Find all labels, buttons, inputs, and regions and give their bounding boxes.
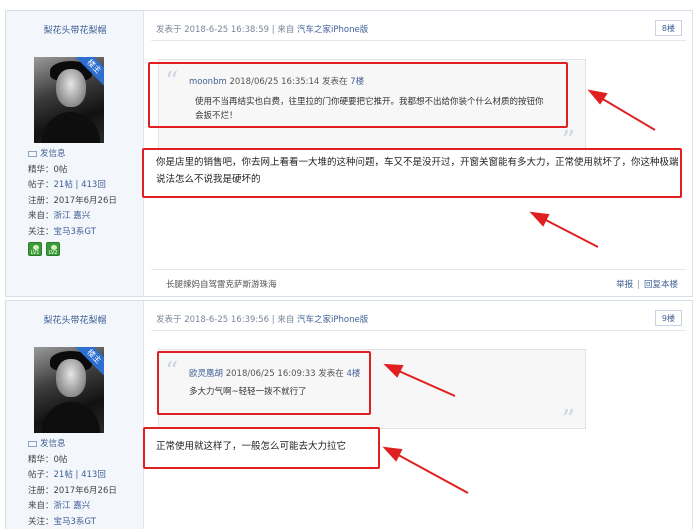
avatar[interactable]: 楼主 [34,57,104,143]
user-info: 发信息 精华：0帖 帖子：21帖 | 413回 注册：2017年6月26日 来自… [28,147,117,261]
level-2-icon[interactable]: LV2 [46,242,60,256]
level-badges: LV1 LV2 [28,242,117,261]
avatar[interactable]: 楼主 [34,347,104,433]
username-link[interactable]: 梨花头带花梨帽 [6,23,144,36]
send-message-link[interactable]: 发信息 [28,437,117,453]
divider [151,40,686,41]
post-source-link[interactable]: 汽车之家iPhone版 [297,315,368,325]
reply-floor-link[interactable]: 回复本楼 [644,280,678,290]
annotation-box-quote-1 [148,62,568,128]
location: 来自：浙江 嘉兴 [28,211,91,221]
user-sidebar: 梨花头带花梨帽 楼主 发信息 精华：0帖 帖子：21帖 | 413回 注册：20… [6,11,144,296]
envelope-icon [28,440,37,447]
envelope-icon [28,150,37,157]
annotation-box-reply-2 [143,427,380,469]
annotation-box-reply-1 [142,148,682,198]
floor-number[interactable]: 9楼 [654,310,682,326]
floor-number[interactable]: 8楼 [654,20,682,36]
followed-car: 关注：宝马3系GT [28,226,96,237]
report-link[interactable]: 举报 [616,280,633,290]
essence-count: 精华：0帖 [28,164,68,175]
post-count: 帖子：21帖 | 413回 [28,180,106,190]
post-meta: 发表于 2018-6-25 16:38:59 | 来自 汽车之家iPhone版 [156,25,369,35]
divider [151,330,686,331]
close-quote-icon: ” [561,405,575,435]
user-info: 发信息 精华：0帖 帖子：21帖 | 413回 注册：2017年6月26日 来自… [28,437,117,529]
essence-count: 精华：0帖 [28,454,68,465]
level-1-icon[interactable]: LV1 [28,242,42,256]
location: 来自：浙江 嘉兴 [28,501,91,511]
signature[interactable]: 长腿辣妈自驾雷克萨斯游珠海 [166,278,277,290]
send-message-link[interactable]: 发信息 [28,147,117,163]
post-actions: 举报 | 回复本楼 [616,280,678,290]
post-meta: 发表于 2018-6-25 16:39:56 | 来自 汽车之家iPhone版 [156,315,369,325]
divider [151,269,686,270]
username-link[interactable]: 梨花头带花梨帽 [6,313,144,326]
annotation-box-quote-2 [157,351,371,415]
followed-car: 关注：宝马3系GT [28,516,96,527]
register-date: 注册：2017年6月26日 [28,195,117,206]
post-count: 帖子：21帖 | 413回 [28,470,106,480]
user-sidebar: 梨花头带花梨帽 楼主 发信息 精华：0帖 帖子：21帖 | 413回 注册：20… [6,301,144,529]
register-date: 注册：2017年6月26日 [28,485,117,496]
post-source-link[interactable]: 汽车之家iPhone版 [297,25,368,35]
